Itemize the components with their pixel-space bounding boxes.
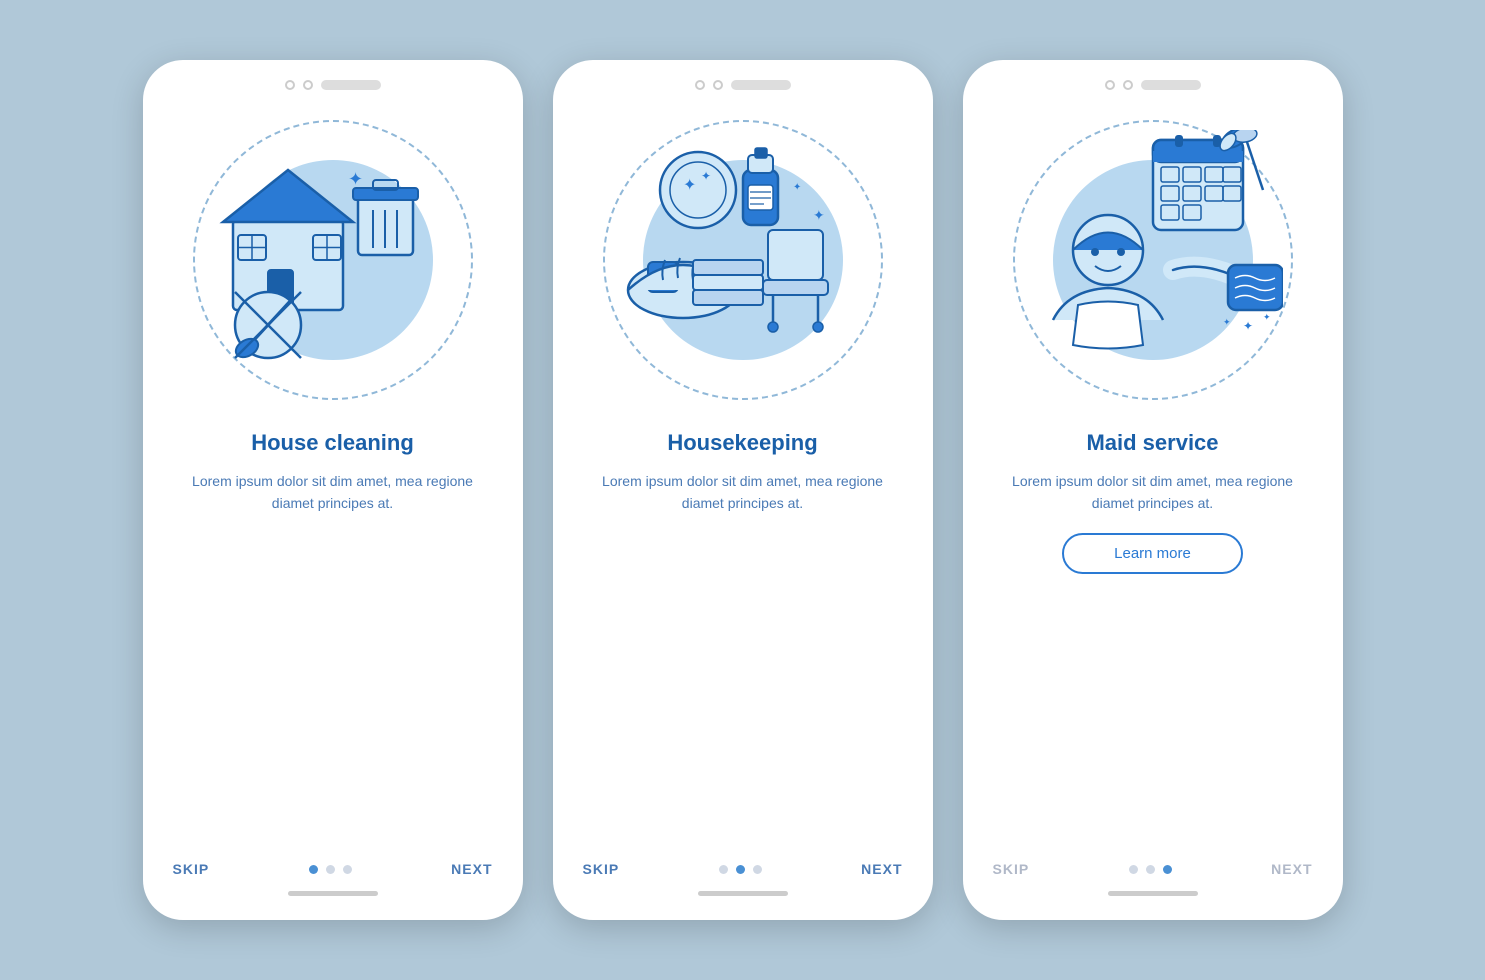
dot-1-2 xyxy=(326,865,335,874)
home-indicator-1 xyxy=(288,891,378,896)
svg-text:✦: ✦ xyxy=(813,207,825,223)
screen2-bottom-nav: SKIP NEXT xyxy=(553,861,933,877)
screen1-title: House cleaning xyxy=(251,430,414,456)
phone-screen-2: ✦ ✦ ✦ ✦ Housekeeping Lorem ipsum dolor s… xyxy=(553,60,933,920)
next-button-2[interactable]: NEXT xyxy=(861,861,902,877)
illustration-maid-service: ✦ ✦ ✦ xyxy=(993,100,1313,420)
dot-1-3 xyxy=(343,865,352,874)
dot-1-1 xyxy=(309,865,318,874)
status-circle-1 xyxy=(285,80,295,90)
skip-button-2[interactable]: SKIP xyxy=(583,861,620,877)
illustration-house-cleaning: ✦ ✦ xyxy=(173,100,493,420)
home-indicator-3 xyxy=(1108,891,1198,896)
skip-button-3[interactable]: SKIP xyxy=(993,861,1030,877)
status-circle-6 xyxy=(1123,80,1133,90)
screen1-body: Lorem ipsum dolor sit dim amet, mea regi… xyxy=(143,470,523,515)
screen2-title: Housekeeping xyxy=(667,430,817,456)
screen3-title: Maid service xyxy=(1086,430,1218,456)
status-bar-1 xyxy=(285,80,381,90)
status-pill-2 xyxy=(731,80,791,90)
status-circle-2 xyxy=(303,80,313,90)
phone-screen-1: ✦ ✦ xyxy=(143,60,523,920)
next-button-1[interactable]: NEXT xyxy=(451,861,492,877)
next-button-3[interactable]: NEXT xyxy=(1271,861,1312,877)
learn-more-button[interactable]: Learn more xyxy=(1062,533,1243,574)
dot-2-2 xyxy=(736,865,745,874)
svg-text:✦: ✦ xyxy=(348,169,363,189)
housekeeping-svg: ✦ ✦ ✦ ✦ xyxy=(613,130,873,390)
skip-button-1[interactable]: SKIP xyxy=(173,861,210,877)
svg-text:✦: ✦ xyxy=(701,169,711,183)
dot-3-1 xyxy=(1129,865,1138,874)
dot-2-1 xyxy=(719,865,728,874)
dots-2 xyxy=(719,865,762,874)
house-cleaning-svg: ✦ ✦ xyxy=(203,130,463,390)
screen3-body: Lorem ipsum dolor sit dim amet, mea regi… xyxy=(963,470,1343,515)
dot-2-3 xyxy=(753,865,762,874)
illustration-housekeeping: ✦ ✦ ✦ ✦ xyxy=(583,100,903,420)
dots-1 xyxy=(309,865,352,874)
svg-text:✦: ✦ xyxy=(683,177,696,194)
svg-text:✦: ✦ xyxy=(1243,319,1253,333)
dot-3-2 xyxy=(1146,865,1155,874)
status-circle-4 xyxy=(713,80,723,90)
dots-3 xyxy=(1129,865,1172,874)
status-pill-3 xyxy=(1141,80,1201,90)
screen2-body: Lorem ipsum dolor sit dim amet, mea regi… xyxy=(553,470,933,515)
status-circle-5 xyxy=(1105,80,1115,90)
screen1-bottom-nav: SKIP NEXT xyxy=(143,861,523,877)
phone-screen-3: ✦ ✦ ✦ Maid service Lorem ipsum dolor sit… xyxy=(963,60,1343,920)
maid-service-svg: ✦ ✦ ✦ xyxy=(1023,130,1283,390)
svg-text:✦: ✦ xyxy=(1223,317,1231,327)
svg-text:✦: ✦ xyxy=(793,182,801,193)
dot-3-3 xyxy=(1163,865,1172,874)
status-pill xyxy=(321,80,381,90)
svg-text:✦: ✦ xyxy=(1263,312,1271,322)
screen3-bottom-nav: SKIP NEXT xyxy=(963,861,1343,877)
status-bar-2 xyxy=(695,80,791,90)
home-indicator-2 xyxy=(698,891,788,896)
status-bar-3 xyxy=(1105,80,1201,90)
status-circle-3 xyxy=(695,80,705,90)
